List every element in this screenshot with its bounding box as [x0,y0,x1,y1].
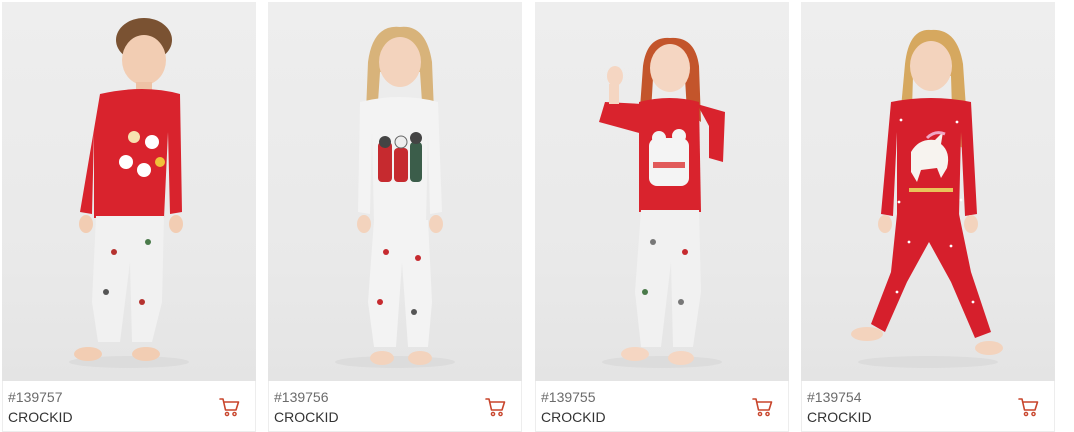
product-brand[interactable]: CROCKID [8,409,73,425]
product-photo[interactable] [2,2,256,381]
product-card: #139757 CROCKID [2,2,256,432]
product-grid: #139757 CROCKID #139756 CROCKID #139755 … [0,0,1074,432]
product-info: #139754 CROCKID [801,381,1055,432]
product-info: #139755 CROCKID [535,381,789,432]
product-photo[interactable] [535,2,789,381]
product-sku: #139756 [274,389,329,405]
product-card: #139755 CROCKID [535,2,789,432]
child-pajama-illustration [335,26,455,368]
product-sku: #139754 [807,389,862,405]
child-pajama-illustration [69,18,189,368]
product-info: #139757 CROCKID [2,381,256,432]
cart-icon[interactable] [752,397,774,417]
product-brand[interactable]: CROCKID [807,409,872,425]
product-brand[interactable]: CROCKID [274,409,339,425]
cart-icon[interactable] [219,397,241,417]
cart-icon[interactable] [1018,397,1040,417]
product-card: #139754 CROCKID [801,2,1055,432]
product-sku: #139755 [541,389,596,405]
product-brand[interactable]: CROCKID [541,409,606,425]
child-pajama-illustration [599,37,725,368]
cart-icon[interactable] [485,397,507,417]
product-sku: #139757 [8,389,63,405]
product-photo[interactable] [801,2,1055,381]
product-info: #139756 CROCKID [268,381,522,432]
product-card: #139756 CROCKID [268,2,522,432]
child-pajama-illustration [851,29,1003,368]
product-photo[interactable] [268,2,522,381]
